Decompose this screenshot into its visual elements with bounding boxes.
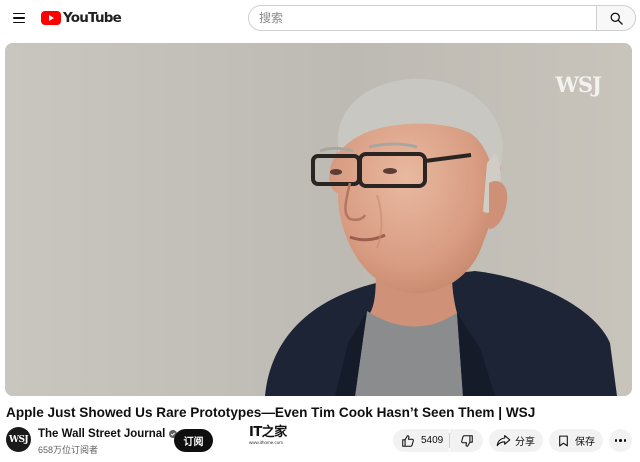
channel-name-text: The Wall Street Journal <box>38 428 166 440</box>
video-frame <box>5 43 632 396</box>
share-icon <box>496 434 511 447</box>
save-button[interactable]: 保存 <box>549 429 603 452</box>
like-count: 5409 <box>421 435 444 446</box>
search-icon <box>610 12 623 25</box>
search-button[interactable] <box>596 5 636 31</box>
search-bar <box>248 5 636 31</box>
dislike-button[interactable] <box>450 429 483 452</box>
ithome-logo: IT之家 www.ithome.com <box>249 426 289 450</box>
menu-icon[interactable] <box>6 5 32 31</box>
logo-text: YouTube <box>63 10 122 26</box>
like-button[interactable]: 5409 <box>393 429 449 452</box>
video-watermark: WSJ <box>555 72 602 97</box>
ithome-logo-text: IT之家 <box>249 425 287 440</box>
save-label: 保存 <box>575 437 595 448</box>
video-player[interactable]: WSJ <box>5 43 632 396</box>
ithome-logo-url: www.ithome.com <box>249 440 284 445</box>
share-label: 分享 <box>515 437 535 448</box>
video-title: Apple Just Showed Us Rare Prototypes—Eve… <box>6 405 536 420</box>
subscriber-count: 658万位订阅者 <box>38 445 99 455</box>
channel-avatar[interactable]: WSJ <box>6 427 31 452</box>
subscribe-button[interactable]: 订阅 <box>174 429 213 452</box>
search-input[interactable] <box>248 5 596 31</box>
share-button[interactable]: 分享 <box>489 429 543 452</box>
youtube-play-icon <box>41 11 61 25</box>
channel-name[interactable]: The Wall Street Journal <box>38 428 178 440</box>
more-dot-icon <box>623 439 627 442</box>
more-dot-icon <box>619 439 622 442</box>
thumbs-up-icon <box>402 434 414 447</box>
youtube-logo[interactable]: YouTube <box>41 10 122 26</box>
more-dot-icon <box>614 439 618 442</box>
masthead: YouTube <box>0 0 640 36</box>
more-actions-button[interactable] <box>609 429 632 452</box>
thumbs-down-icon <box>460 434 473 447</box>
bookmark-icon <box>559 435 568 446</box>
